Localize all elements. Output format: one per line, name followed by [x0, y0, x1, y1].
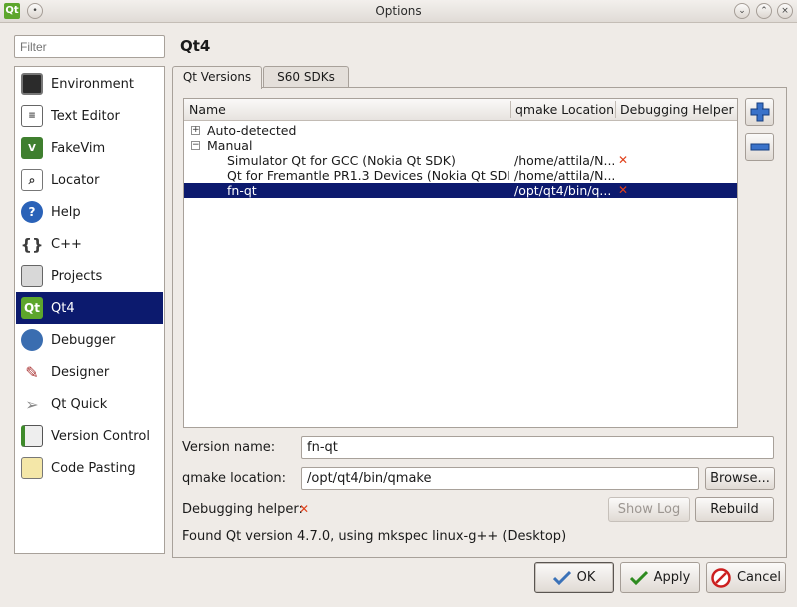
row-qmake-location: /home/attila/N... [514, 168, 614, 183]
nav-item-help[interactable]: ? Help [16, 196, 163, 228]
version-name-field[interactable]: fn-qt [301, 436, 774, 459]
projects-icon [21, 265, 43, 287]
qt-versions-tree[interactable]: Name qmake Location Debugging Helper + A… [183, 98, 738, 428]
nav-label: Projects [51, 268, 103, 284]
checkmark-icon [629, 570, 648, 585]
nav-label: C++ [51, 236, 82, 252]
debugging-helper-label: Debugging helper: [182, 502, 303, 517]
nav-item-environment[interactable]: Environment [16, 68, 163, 100]
column-header-qmake-location[interactable]: qmake Location [515, 102, 614, 117]
locator-magnifier-icon: ⌕ [21, 169, 43, 191]
plus-icon [750, 102, 769, 122]
row-name: Qt for Fremantle PR1.3 Devices (Nokia Qt… [227, 168, 509, 183]
tree-group-auto-detected[interactable]: + Auto-detected [184, 123, 737, 138]
cancel-button[interactable]: Cancel [706, 562, 786, 593]
text-document-icon: ≡ [21, 105, 43, 127]
nav-item-code-pasting[interactable]: Code Pasting [16, 452, 163, 484]
column-header-name[interactable]: Name [189, 102, 226, 117]
column-header-debugging-helper[interactable]: Debugging Helper [620, 102, 734, 117]
collapse-icon[interactable]: − [191, 141, 200, 150]
window-title: Options [375, 4, 422, 18]
nav-item-qt-quick[interactable]: ➢ Qt Quick [16, 388, 163, 420]
minimize-button[interactable]: ⌄ [734, 3, 750, 19]
nav-label: Code Pasting [51, 460, 136, 476]
checkmark-icon [552, 570, 571, 585]
apply-button[interactable]: Apply [620, 562, 700, 593]
nav-label: Locator [51, 172, 100, 188]
show-log-button[interactable]: Show Log [608, 497, 690, 522]
cancel-icon [711, 567, 731, 588]
fakevim-icon: V [21, 137, 43, 159]
qt-version-status-text: Found Qt version 4.7.0, using mkspec lin… [182, 529, 567, 544]
nav-label: Environment [51, 76, 135, 92]
nav-item-cpp[interactable]: {} C++ [16, 228, 163, 260]
table-row[interactable]: Simulator Qt for GCC (Nokia Qt SDK) /hom… [184, 153, 737, 168]
nav-item-text-editor[interactable]: ≡ Text Editor [16, 100, 163, 132]
nav-label: FakeVim [51, 140, 106, 156]
qt-logo-icon: Qt [21, 297, 43, 319]
close-window-button[interactable]: × [777, 3, 793, 19]
tab-qt-versions[interactable]: Qt Versions [172, 66, 262, 89]
ok-label: OK [576, 570, 596, 585]
nav-item-locator[interactable]: ⌕ Locator [16, 164, 163, 196]
nav-label: Version Control [51, 428, 150, 444]
filter-input[interactable] [14, 35, 165, 58]
row-name: Simulator Qt for GCC (Nokia Qt SDK) [227, 153, 456, 168]
nav-label: Qt Quick [51, 396, 108, 412]
nav-label: Help [51, 204, 81, 220]
version-name-label: Version name: [182, 440, 276, 455]
nav-label: Debugger [51, 332, 116, 348]
nav-item-version-control[interactable]: Version Control [16, 420, 163, 452]
row-qmake-location: /home/attila/N... [514, 153, 614, 168]
maximize-button[interactable]: ⌃ [756, 3, 772, 19]
category-list: Environment ≡ Text Editor V FakeVim ⌕ Lo… [14, 66, 165, 554]
nav-label: Designer [51, 364, 110, 380]
column-divider[interactable] [510, 101, 511, 118]
nav-item-qt4[interactable]: Qt Qt4 [16, 292, 163, 324]
tree-group-manual[interactable]: − Manual [184, 138, 737, 153]
debug-helper-missing-icon: ✕ [299, 502, 310, 516]
row-name: fn-qt [227, 183, 257, 198]
debugger-bug-icon [21, 329, 43, 351]
group-label: Manual [207, 138, 253, 153]
code-pasting-icon [21, 457, 43, 479]
expand-icon[interactable]: + [191, 126, 200, 135]
debug-helper-missing-icon: ✕ [618, 183, 629, 197]
browse-button[interactable]: Browse... [705, 467, 775, 490]
nav-item-projects[interactable]: Projects [16, 260, 163, 292]
nav-item-designer[interactable]: ✎ Designer [16, 356, 163, 388]
tree-header: Name qmake Location Debugging Helper [184, 99, 737, 121]
apply-label: Apply [653, 570, 691, 585]
page-title: Qt4 [180, 37, 211, 55]
qmake-location-field[interactable]: /opt/qt4/bin/qmake [301, 467, 699, 490]
tab-s60-sdks[interactable]: S60 SDKs [263, 66, 349, 88]
table-row[interactable]: Qt for Fremantle PR1.3 Devices (Nokia Qt… [184, 168, 737, 183]
debug-helper-missing-icon: ✕ [618, 153, 629, 167]
monitor-icon [21, 73, 43, 95]
column-divider[interactable] [615, 101, 616, 118]
row-qmake-location: /opt/qt4/bin/q... [514, 183, 612, 198]
help-question-icon: ? [21, 201, 43, 223]
rebuild-button[interactable]: Rebuild [695, 497, 774, 522]
qmake-location-label: qmake location: [182, 471, 287, 486]
cancel-label: Cancel [736, 570, 782, 585]
add-version-button[interactable] [745, 98, 774, 126]
title-bar: Qt • Options ⌄ ⌃ × [0, 0, 797, 23]
nav-item-debugger[interactable]: Debugger [16, 324, 163, 356]
qt-quick-paper-plane-icon: ➢ [25, 394, 39, 414]
nav-label: Qt4 [51, 300, 75, 316]
curly-braces-icon: {} [20, 234, 44, 254]
designer-icon: ✎ [25, 362, 39, 382]
remove-version-button[interactable] [745, 133, 774, 161]
minus-icon [750, 143, 769, 151]
nav-label: Text Editor [51, 108, 120, 124]
group-label: Auto-detected [207, 123, 297, 138]
ok-button[interactable]: OK [534, 562, 614, 593]
table-row-selected[interactable]: fn-qt /opt/qt4/bin/q... ✕ [184, 183, 737, 198]
nav-item-fakevim[interactable]: V FakeVim [16, 132, 163, 164]
version-control-icon [21, 425, 43, 447]
